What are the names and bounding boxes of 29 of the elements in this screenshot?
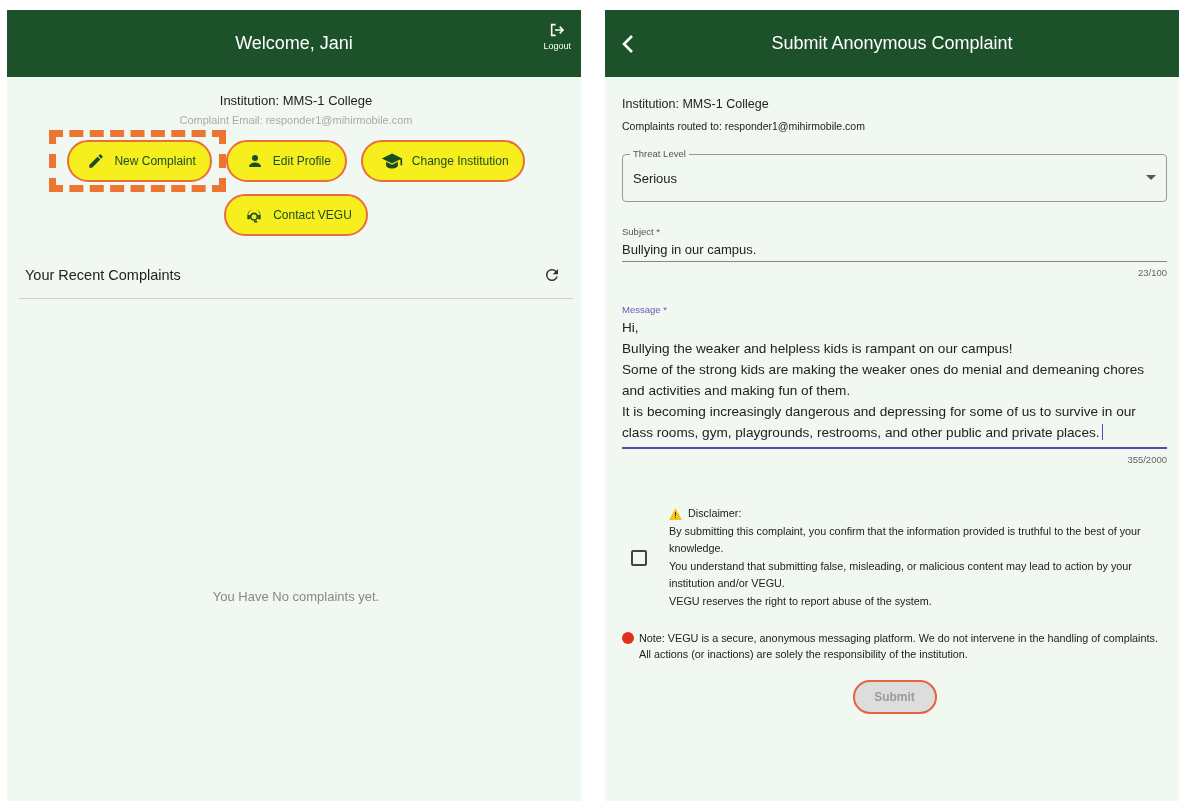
- screen-title: Submit Anonymous Complaint: [771, 33, 1013, 54]
- character-counter: 355/2000: [1127, 454, 1167, 465]
- note-text: Note: VEGU is a secure, anonymous messaging platform. We do not intervene in the handling of complaints. All actions (or inactions) are solely the responsibility of the institution.: [639, 631, 1159, 662]
- section-title: Your Recent Complaints: [25, 267, 181, 283]
- routing-info: Complaints routed to: responder1@mihirmobile.com: [622, 120, 866, 132]
- empty-message: You Have No complaints yet.: [212, 589, 380, 604]
- dropdown-caret-icon: [1146, 175, 1156, 181]
- action-button[interactable]: Contact VEGU: [224, 194, 368, 236]
- graduation-cap-icon: [380, 152, 403, 170]
- refresh-icon[interactable]: [543, 266, 561, 284]
- screen-title: Welcome, Jani: [235, 33, 353, 54]
- character-counter: 23/100: [1137, 267, 1167, 278]
- logout-button[interactable]: Logout: [543, 22, 571, 51]
- action-button[interactable]: Change Institution: [360, 140, 525, 182]
- logout-icon: [549, 22, 566, 38]
- disclaimer-text: You understand that submitting false, misleading, or malicious content may lead to action by your institution and/or VEGU.: [669, 558, 1133, 591]
- warning-icon: [669, 507, 682, 520]
- action-button[interactable]: Edit Profile: [225, 140, 347, 182]
- action-button[interactable]: New Complaint: [67, 140, 212, 182]
- disclaimer-text: By submitting this complaint, you confirm that the information provided is truthful to the best of your knowledge.: [669, 523, 1142, 556]
- complaint-email: Complaint Email: responder1@mihirmobile.com: [179, 114, 413, 126]
- pencil-icon: [87, 152, 106, 170]
- institution-label: Institution: MMS-1 College: [622, 97, 770, 111]
- message-field[interactable]: Message * Hi, Bullying the weaker and helpless kids is rampant on our campus! Some of the strong kids are making the weaker ones do menial and demeaning chores and activities and making fun of them. It is becoming increasingly dangerous and depressing for some of us to survive in our class rooms, gym, playgrounds, restrooms, and other public and private places.: [622, 304, 1167, 449]
- subject-field[interactable]: Subject * Bullying in our campus.: [622, 226, 1167, 262]
- disclaimer-text: VEGU reserves the right to report abuse of the system.: [669, 593, 933, 609]
- institution-label: Institution: MMS-1 College: [219, 93, 373, 108]
- agree-checkbox[interactable]: [631, 549, 647, 566]
- disclaimer-title: Disclaimer:: [688, 506, 742, 521]
